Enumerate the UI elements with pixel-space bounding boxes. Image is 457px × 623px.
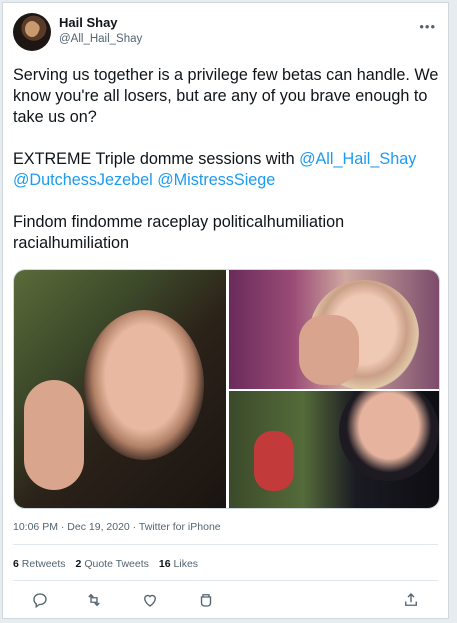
- author-names: Hail Shay @All_Hail_Shay: [59, 15, 142, 47]
- divider: [13, 580, 438, 581]
- photo-hand: [299, 315, 359, 385]
- meta-separator: ·: [129, 521, 139, 533]
- tweet-time[interactable]: 10:06 PM: [13, 521, 58, 533]
- photo-face: [339, 391, 439, 481]
- quotes-stat[interactable]: 2 Quote Tweets: [76, 558, 149, 570]
- mention-link[interactable]: @MistressSiege: [157, 171, 275, 189]
- media-grid: [13, 269, 440, 509]
- tweet-card: Hail Shay @All_Hail_Shay ••• Serving us …: [2, 2, 449, 619]
- likes-count: 16: [158, 558, 171, 570]
- author-display-name[interactable]: Hail Shay: [59, 15, 142, 31]
- likes-stat[interactable]: 16 Likes: [159, 558, 198, 570]
- tweet-paragraph-3: Findom findomme raceplay politicalhumili…: [13, 213, 345, 252]
- more-options-icon[interactable]: •••: [419, 19, 436, 34]
- media-photo[interactable]: [14, 270, 226, 508]
- mention-link[interactable]: @All_Hail_Shay: [299, 150, 416, 168]
- tweet-paragraph-1: Serving us together is a privilege few b…: [13, 66, 439, 126]
- tweet-text-prefix: EXTREME Triple domme sessions with: [13, 150, 300, 168]
- media-photo[interactable]: [229, 270, 439, 389]
- photo-hand: [24, 380, 84, 490]
- retweets-count: 6: [13, 558, 19, 570]
- tip-jar-icon[interactable]: [197, 591, 217, 611]
- retweets-label: Retweets: [21, 558, 66, 570]
- photo-face: [84, 310, 204, 460]
- quotes-label: Quote Tweets: [84, 558, 149, 570]
- retweets-stat[interactable]: 6 Retweets: [13, 558, 66, 570]
- author-handle[interactable]: @All_Hail_Shay: [59, 31, 142, 47]
- tweet-text: Serving us together is a privilege few b…: [13, 65, 443, 254]
- photo-ornament: [254, 431, 294, 491]
- action-bar: [31, 591, 420, 611]
- tweet-stats: 6 Retweets 2 Quote Tweets 16 Likes: [13, 558, 198, 570]
- mention-link[interactable]: @DutchessJezebel: [13, 171, 153, 189]
- share-icon[interactable]: [402, 591, 422, 611]
- avatar[interactable]: [13, 13, 51, 51]
- quotes-count: 2: [75, 558, 82, 570]
- likes-label: Likes: [173, 558, 199, 570]
- tweet-source[interactable]: Twitter for iPhone: [139, 521, 221, 533]
- tweet-meta: 10:06 PM · Dec 19, 2020 · Twitter for iP…: [13, 521, 221, 533]
- heart-icon[interactable]: [141, 591, 161, 611]
- divider: [13, 544, 438, 545]
- tweet-header: Hail Shay @All_Hail_Shay •••: [13, 13, 438, 53]
- retweet-icon[interactable]: [85, 591, 105, 611]
- meta-separator: ·: [57, 521, 68, 533]
- tweet-paragraph-2: EXTREME Triple domme sessions with @All_…: [13, 149, 443, 191]
- media-photo[interactable]: [229, 391, 439, 508]
- reply-icon[interactable]: [31, 591, 51, 611]
- avatar-face: [25, 21, 39, 37]
- tweet-date[interactable]: Dec 19, 2020: [67, 521, 129, 533]
